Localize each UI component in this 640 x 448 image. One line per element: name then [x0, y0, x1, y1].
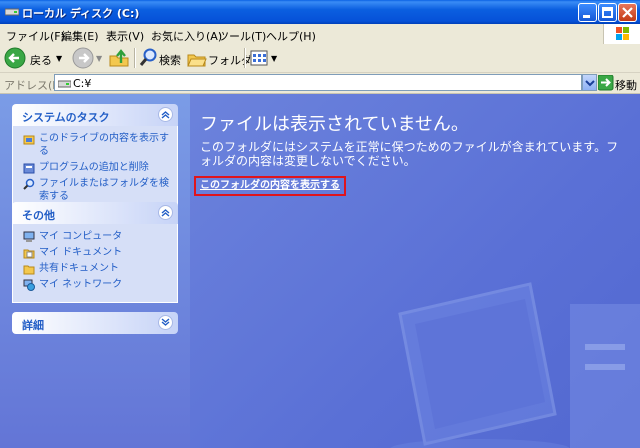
close-icon	[622, 7, 633, 18]
views-icon	[250, 50, 268, 66]
my-computer-icon	[23, 231, 35, 242]
background-computer-watermark	[390, 282, 640, 448]
menu-edit[interactable]: 編集(E)	[61, 28, 99, 44]
search-button[interactable]: 検索	[138, 47, 182, 69]
task-pane: システムのタスク このドライブの内容を表示する プログラムの追加と削除 ファイル…	[0, 94, 190, 448]
search-icon	[23, 178, 35, 190]
back-label: 戻る	[30, 54, 52, 67]
folders-button[interactable]: フォルダ	[187, 47, 252, 69]
up-folder-button[interactable]	[108, 47, 130, 69]
go-arrow-icon	[598, 75, 614, 91]
other-places-title: その他	[22, 209, 55, 222]
task-label: このドライブの内容を表示する	[39, 133, 169, 157]
details-title: 詳細	[22, 319, 44, 332]
task-label: ファイルまたはフォルダを検索する	[39, 178, 169, 202]
windows-logo	[603, 24, 640, 44]
shared-documents-icon	[23, 265, 35, 275]
back-arrow-icon	[4, 47, 26, 69]
address-dropdown-button[interactable]	[582, 74, 597, 91]
maximize-button[interactable]	[598, 3, 617, 22]
task-view-drive-contents[interactable]: このドライブの内容を表示する	[23, 132, 169, 158]
back-dropdown-icon[interactable]: ▼	[56, 54, 62, 63]
hidden-files-headline: ファイルは表示されていません。	[200, 114, 469, 135]
title-bar[interactable]: ローカル ディスク (C:)	[0, 0, 640, 24]
link-my-computer[interactable]: マイ コンピュータ	[23, 230, 169, 243]
my-network-icon	[23, 279, 35, 291]
show-contents-label: このフォルダの内容を表示する	[200, 180, 340, 191]
views-dropdown-icon[interactable]: ▼	[271, 54, 277, 63]
forward-button[interactable]: ▼	[72, 47, 108, 69]
details-header[interactable]: 詳細	[12, 312, 178, 334]
folder-view-icon	[23, 135, 35, 145]
task-search-files[interactable]: ファイルまたはフォルダを検索する	[23, 177, 169, 203]
minimize-icon	[583, 15, 590, 18]
other-places-panel: その他 マイ コンピュータ マイ ドキュメント 共有ドキュメント マイ ネットワ…	[12, 202, 178, 303]
forward-dropdown-icon[interactable]: ▼	[96, 54, 102, 63]
up-folder-icon	[109, 49, 129, 67]
chevron-up-icon	[161, 209, 170, 217]
system-tasks-panel: システムのタスク このドライブの内容を表示する プログラムの追加と削除 ファイル…	[12, 104, 178, 215]
views-button[interactable]: ▼	[249, 47, 279, 69]
menu-file[interactable]: ファイル(F)	[6, 28, 65, 44]
link-label: マイ ドキュメント	[39, 247, 123, 258]
menu-tools[interactable]: ツール(T)	[218, 28, 266, 44]
toolbar: 戻る ▼ ▼ 検索 フォルダ ▼	[0, 44, 640, 73]
system-tasks-title: システムのタスク	[22, 111, 110, 124]
other-places-body: マイ コンピュータ マイ ドキュメント 共有ドキュメント マイ ネットワーク	[12, 224, 178, 303]
link-label: マイ ネットワーク	[39, 279, 123, 290]
menu-bar: ファイル(F) 編集(E) 表示(V) お気に入り(A) ツール(T) ヘルプ(…	[0, 24, 640, 45]
chevron-up-icon	[161, 111, 170, 119]
maximize-icon	[602, 7, 613, 18]
hidden-files-description: このフォルダにはシステムを正常に保つためのファイルが含まれています。フォルダの内…	[200, 140, 619, 168]
folders-icon	[187, 54, 207, 67]
windows-flag-icon	[616, 27, 629, 40]
back-button[interactable]: 戻る ▼	[4, 47, 66, 69]
main-area: システムのタスク このドライブの内容を表示する プログラムの追加と削除 ファイル…	[0, 94, 640, 448]
collapse-button[interactable]	[158, 205, 173, 220]
expand-button[interactable]	[158, 315, 173, 330]
show-contents-link[interactable]: このフォルダの内容を表示する	[194, 176, 346, 196]
go-button[interactable]: 移動	[598, 74, 638, 92]
link-label: マイ コンピュータ	[39, 231, 123, 242]
content-pane: ファイルは表示されていません。 このフォルダにはシステムを正常に保つためのファイ…	[190, 94, 640, 448]
address-input[interactable]: C:¥	[54, 74, 582, 91]
link-my-documents[interactable]: マイ ドキュメント	[23, 246, 169, 259]
system-tasks-header[interactable]: システムのタスク	[12, 104, 178, 126]
toolbar-separator	[244, 48, 246, 68]
menu-view[interactable]: 表示(V)	[106, 28, 144, 44]
menu-favorites[interactable]: お気に入り(A)	[151, 28, 222, 44]
chevron-down-icon	[161, 318, 170, 326]
link-shared-documents[interactable]: 共有ドキュメント	[23, 262, 169, 275]
address-value: C:¥	[73, 77, 92, 90]
drive-icon	[58, 80, 71, 88]
programs-icon	[23, 163, 35, 174]
window-title: ローカル ディスク (C:)	[22, 7, 140, 20]
link-my-network[interactable]: マイ ネットワーク	[23, 278, 169, 291]
my-documents-icon	[23, 249, 35, 259]
other-places-header[interactable]: その他	[12, 202, 178, 224]
chevron-down-icon	[585, 80, 595, 87]
drive-icon	[5, 8, 19, 16]
search-label: 検索	[159, 54, 181, 67]
minimize-button[interactable]	[578, 3, 597, 22]
details-panel: 詳細	[12, 312, 178, 334]
collapse-button[interactable]	[158, 107, 173, 122]
search-icon	[139, 48, 157, 66]
forward-arrow-icon	[72, 47, 94, 69]
address-bar: アドレス(D) C:¥ 移動	[0, 73, 640, 94]
go-label: 移動	[615, 79, 637, 92]
menu-help[interactable]: ヘルプ(H)	[266, 28, 316, 44]
close-button[interactable]	[618, 3, 637, 22]
task-label: プログラムの追加と削除	[39, 162, 149, 173]
toolbar-separator	[134, 48, 136, 68]
task-add-remove-programs[interactable]: プログラムの追加と削除	[23, 161, 169, 174]
link-label: 共有ドキュメント	[39, 263, 119, 274]
